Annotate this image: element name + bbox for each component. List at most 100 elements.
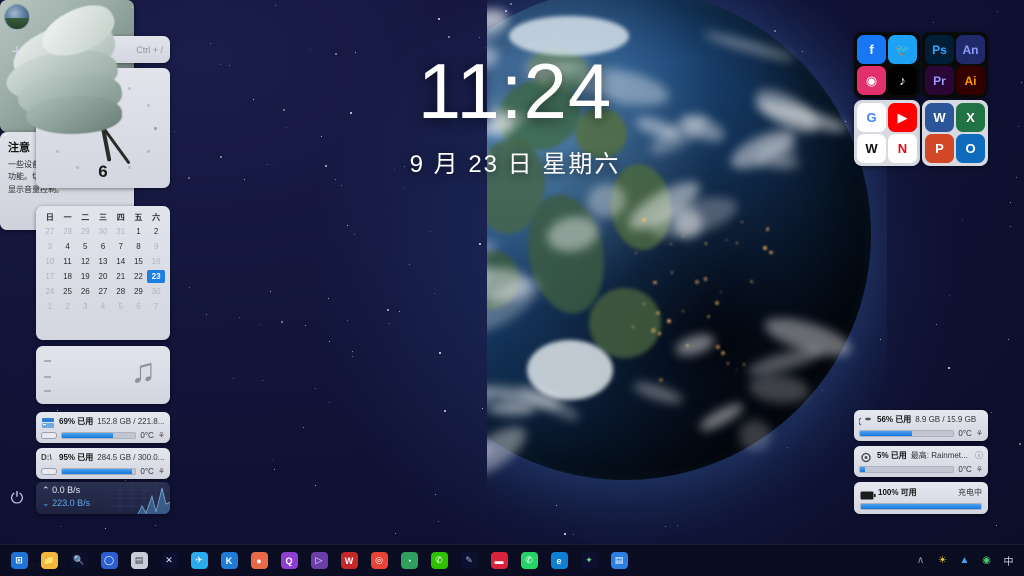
calendar-day[interactable]: 27	[94, 285, 112, 298]
calendar-day[interactable]: 7	[147, 300, 165, 313]
network-warning-icon[interactable]: ▲	[957, 553, 972, 568]
calendar-day[interactable]: 2	[147, 225, 165, 238]
calendar-day[interactable]: 26	[76, 285, 94, 298]
calendar-day[interactable]: 29	[130, 285, 148, 298]
calendar-day[interactable]: 12	[76, 255, 94, 268]
network-monitor[interactable]: ⌃ 0.0 B/s ⌄ 223.0 B/s	[36, 482, 170, 514]
calendar-day[interactable]: 18	[59, 270, 77, 283]
calendar-day[interactable]: 7	[112, 240, 130, 253]
twitter-icon[interactable]: 🐦	[888, 35, 917, 64]
calendar-day[interactable]: 15	[130, 255, 148, 268]
calendar-day[interactable]: 28	[59, 225, 77, 238]
calendar-day[interactable]: 3	[76, 300, 94, 313]
calendar-day[interactable]: 5	[76, 240, 94, 253]
premiere-icon[interactable]: Pr	[925, 66, 954, 95]
power-icon[interactable]: ⏻	[7, 489, 27, 509]
social-icons-group[interactable]: f 🐦 ◉ ♪	[854, 32, 920, 98]
calendar-day[interactable]: 2	[59, 300, 77, 313]
start-button[interactable]: ⊞	[6, 548, 32, 574]
tiktok-icon[interactable]: ♪	[888, 66, 917, 95]
calendar-day[interactable]: 3	[41, 240, 59, 253]
avatar[interactable]	[4, 4, 30, 30]
powerpoint-icon[interactable]: P	[925, 134, 954, 163]
telegram-icon[interactable]: ✈	[186, 548, 212, 574]
web-icons-group[interactable]: G ▶ W N	[854, 100, 920, 166]
shortcut-icon[interactable]: ✕	[156, 548, 182, 574]
calendar-day[interactable]: 4	[94, 300, 112, 313]
calendar-day[interactable]: 27	[41, 225, 59, 238]
disk-c-monitor[interactable]: 69% 已用 152.8 GB / 221.8... 0°C ⚘	[36, 412, 170, 443]
calendar-day[interactable]: 28	[112, 285, 130, 298]
calendar-day[interactable]: 6	[130, 300, 148, 313]
wikipedia-icon[interactable]: W	[857, 134, 886, 163]
file-explorer-icon[interactable]: 📁	[36, 548, 62, 574]
illustrator-icon[interactable]: Ai	[956, 66, 985, 95]
office-icons-group[interactable]: WXPO	[922, 100, 988, 166]
cpu-monitor[interactable]: 5% 已用 最高: Rainmet... ⓘ 0°C ⚘	[854, 446, 988, 477]
recorder-icon[interactable]: ▬	[486, 548, 512, 574]
calendar-day[interactable]: 25	[59, 285, 77, 298]
brightness-icon[interactable]: ☀	[935, 553, 950, 568]
calendar-day[interactable]: 17	[41, 270, 59, 283]
adobe-icons-group[interactable]: Ps An Pr Ai	[922, 32, 988, 98]
shield-icon[interactable]: ✦	[576, 548, 602, 574]
ime-icon[interactable]: 中	[1001, 553, 1016, 568]
calendar-day[interactable]: 14	[112, 255, 130, 268]
calendar-day[interactable]: 9	[147, 240, 165, 253]
security-icon[interactable]: ◉	[979, 553, 994, 568]
cortana-icon[interactable]: ◯	[96, 548, 122, 574]
chrome-icon[interactable]: ◎	[366, 548, 392, 574]
calendar-day[interactable]: 13	[94, 255, 112, 268]
excel-icon[interactable]: X	[956, 103, 985, 132]
calendar-day[interactable]: 10	[41, 255, 59, 268]
outlook-icon[interactable]: O	[956, 134, 985, 163]
calendar-day[interactable]: 11	[59, 255, 77, 268]
hidden-icons[interactable]: ∧	[913, 553, 928, 568]
qq-icon[interactable]: Q	[276, 548, 302, 574]
calendar-day-selected[interactable]: 23	[147, 270, 165, 283]
store-icon[interactable]: ▤	[126, 548, 152, 574]
calendar-day[interactable]: 30	[94, 225, 112, 238]
todo-icon[interactable]: ▤	[606, 548, 632, 574]
taskbar-apps: ⊞ 📁 🔍 ◯ ▤ ✕ ✈ K ● Q ▷ W ◎ ◔ ✆ ✎ ▬ ✆ e ✦ ▤	[0, 548, 634, 574]
calendar-day[interactable]: 30	[147, 285, 165, 298]
calendar-day[interactable]: 5	[112, 300, 130, 313]
facebook-icon[interactable]: f	[857, 35, 886, 64]
youtube-icon[interactable]: ▶	[888, 103, 917, 132]
calendar-widget[interactable]: 日一二三四五六 27 28 29 30 31 1 2 3 4 5 6 7 8 9 10 11 12 13 14 15 16…	[36, 206, 170, 340]
calendar-day[interactable]: 6	[94, 240, 112, 253]
photos-icon[interactable]: ◔	[396, 548, 422, 574]
google-icon[interactable]: G	[857, 103, 886, 132]
netflix-icon[interactable]: N	[888, 134, 917, 163]
music-widget[interactable]: ♫	[36, 346, 170, 404]
wps-icon[interactable]: W	[336, 548, 362, 574]
video-icon[interactable]: ▷	[306, 548, 332, 574]
calendar-day[interactable]: 21	[112, 270, 130, 283]
wechat-icon[interactable]: ✆	[426, 548, 452, 574]
calendar-day[interactable]: 1	[41, 300, 59, 313]
animate-icon[interactable]: An	[956, 35, 985, 64]
memory-monitor[interactable]: 56% 已用 8.9 GB / 15.9 GB 0°C ⚘	[854, 410, 988, 441]
search-icon[interactable]: 🔍	[66, 548, 92, 574]
calendar-day[interactable]: 1	[130, 225, 148, 238]
kugou-icon[interactable]: K	[216, 548, 242, 574]
tools-icon[interactable]: ✎	[456, 548, 482, 574]
photoshop-icon[interactable]: Ps	[925, 35, 954, 64]
peach-icon[interactable]: ●	[246, 548, 272, 574]
calendar-day[interactable]: 19	[76, 270, 94, 283]
disk-d-monitor[interactable]: D:\ 95% 已用 284.5 GB / 300.0... 0°C ⚘	[36, 448, 170, 479]
whatsapp-icon[interactable]: ✆	[516, 548, 542, 574]
instagram-icon[interactable]: ◉	[857, 66, 886, 95]
calendar-day[interactable]: 20	[94, 270, 112, 283]
calendar-day[interactable]: 31	[112, 225, 130, 238]
info-icon[interactable]: ⓘ	[975, 450, 983, 461]
calendar-day[interactable]: 29	[76, 225, 94, 238]
calendar-day[interactable]: 8	[130, 240, 148, 253]
battery-monitor[interactable]: 100% 可用 充电中	[854, 482, 988, 514]
word-icon[interactable]: W	[925, 103, 954, 132]
calendar-day[interactable]: 22	[130, 270, 148, 283]
edge-icon[interactable]: e	[546, 548, 572, 574]
calendar-day[interactable]: 16	[147, 255, 165, 268]
calendar-day[interactable]: 24	[41, 285, 59, 298]
calendar-day[interactable]: 4	[59, 240, 77, 253]
